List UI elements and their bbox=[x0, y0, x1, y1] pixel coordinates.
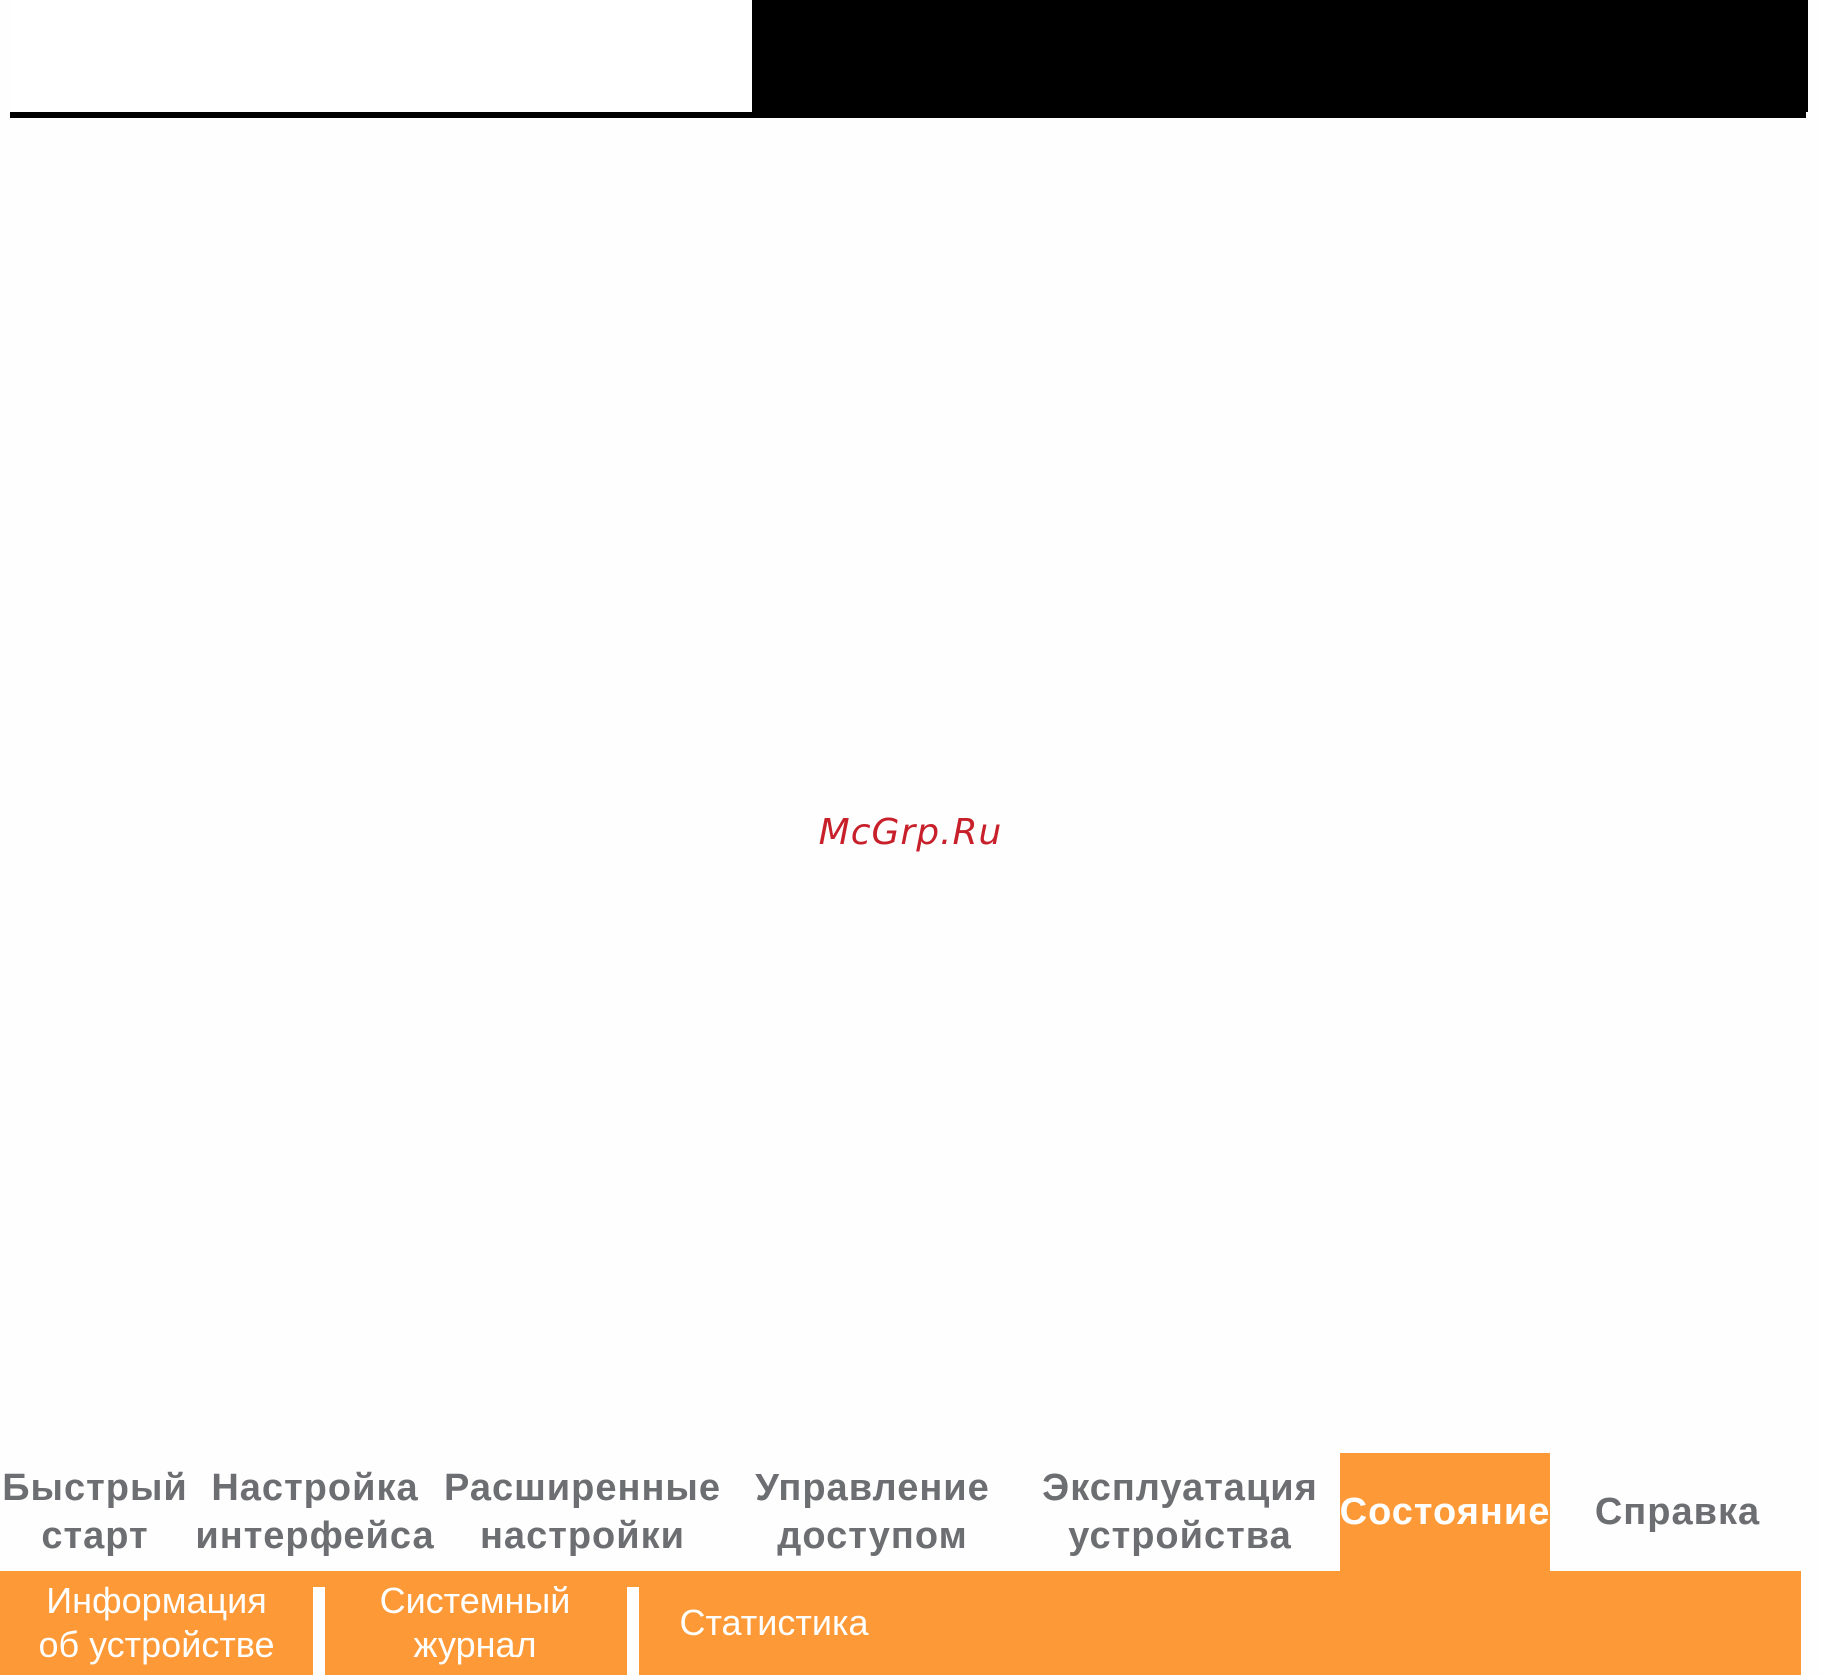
nav-item-device-maintenance[interactable]: Эксплуатация устройства bbox=[1020, 1453, 1340, 1571]
nav-item-interface-settings[interactable]: Настройка интерфейса bbox=[190, 1453, 440, 1571]
nav-item-help[interactable]: Справка bbox=[1550, 1453, 1805, 1571]
header-edge-line bbox=[1806, 0, 1808, 112]
sub-navigation: Информация об устройстве Системный журна… bbox=[0, 1571, 1801, 1675]
subnav-item-device-info[interactable]: Информация об устройстве bbox=[0, 1571, 313, 1675]
nav-item-status[interactable]: Состояние bbox=[1340, 1453, 1550, 1571]
nav-item-quick-start[interactable]: Быстрый старт bbox=[0, 1453, 190, 1571]
main-navigation: Быстрый старт Настройка интерфейса Расши… bbox=[0, 1453, 1805, 1571]
page: McGrp.Ru Быстрый старт Настройка интерфе… bbox=[0, 0, 1821, 1675]
subnav-item-system-log[interactable]: Системный журнал bbox=[325, 1571, 625, 1675]
watermark-text: McGrp.Ru bbox=[818, 812, 1003, 853]
header-rule bbox=[10, 112, 765, 118]
subnav-separator bbox=[313, 1587, 325, 1675]
subnav-item-statistics[interactable]: Статистика bbox=[639, 1571, 909, 1675]
nav-item-access-management[interactable]: Управление доступом bbox=[725, 1453, 1020, 1571]
header-blank-area bbox=[10, 0, 752, 112]
header-black-bar bbox=[752, 0, 1806, 118]
nav-item-advanced-settings[interactable]: Расширенные настройки bbox=[440, 1453, 725, 1571]
subnav-separator bbox=[627, 1587, 639, 1675]
